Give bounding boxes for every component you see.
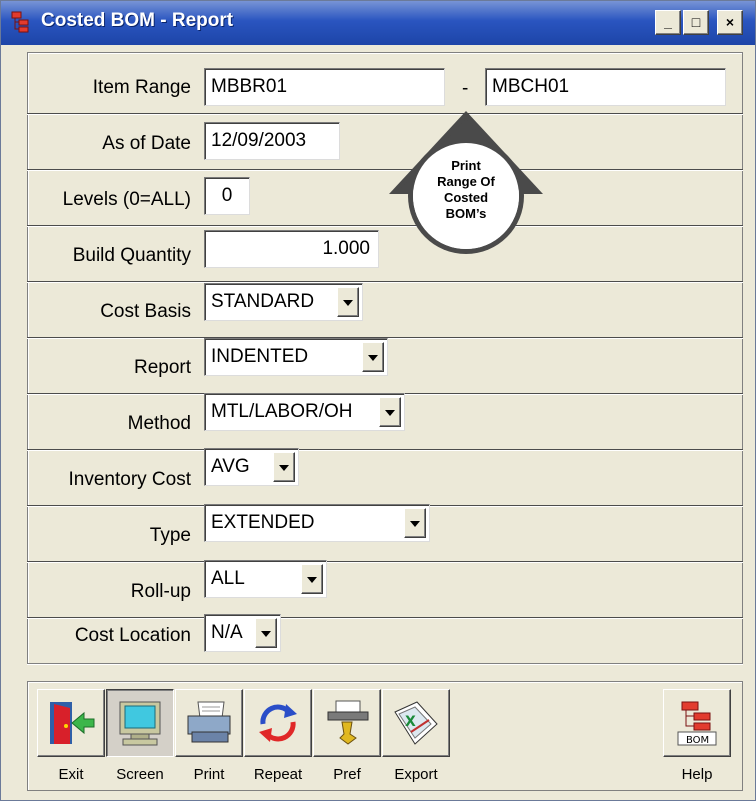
repeat-icon-button[interactable] xyxy=(244,689,312,757)
bom-help-icon: BOM xyxy=(677,701,717,746)
row-inventory-cost: Inventory Cost xyxy=(27,451,743,507)
type-label: Type xyxy=(149,525,191,546)
pref-label: Pref xyxy=(333,766,361,783)
method-label: Method xyxy=(127,413,191,434)
inventory-cost-select[interactable]: AVG xyxy=(204,448,299,486)
repeat-icon xyxy=(259,704,297,742)
chevron-down-icon[interactable] xyxy=(273,452,295,482)
callout-line-2: Range Of xyxy=(437,174,495,189)
type-select[interactable]: EXTENDED xyxy=(204,504,430,542)
print-label: Print xyxy=(193,766,225,783)
row-cost-basis: Cost Basis xyxy=(27,283,743,339)
rollup-label: Roll-up xyxy=(130,581,191,602)
cost-basis-select[interactable]: STANDARD xyxy=(204,283,363,321)
repeat-label: Repeat xyxy=(253,766,303,783)
as-of-date-label: As of Date xyxy=(102,133,191,154)
chevron-down-icon[interactable] xyxy=(301,564,323,594)
levels-label: Levels (0=ALL) xyxy=(62,189,191,210)
chevron-down-icon[interactable] xyxy=(362,342,384,372)
screen-button[interactable]: Screen xyxy=(106,689,174,787)
minimize-icon: _ xyxy=(664,14,672,30)
method-value: MTL/LABOR/OH xyxy=(211,401,353,422)
cost-basis-value: STANDARD xyxy=(211,291,315,312)
export-button[interactable]: X Export xyxy=(382,689,450,787)
rollup-select[interactable]: ALL xyxy=(204,560,327,598)
exit-icon-button[interactable] xyxy=(37,689,105,757)
preferences-icon xyxy=(327,700,369,745)
row-levels: Levels (0=ALL) xyxy=(27,171,743,227)
window-title: Costed BOM - Report xyxy=(41,10,234,31)
close-icon: × xyxy=(725,14,735,30)
maximize-icon: □ xyxy=(691,14,701,30)
help-button[interactable]: BOM Help xyxy=(663,689,731,787)
item-range-separator: - xyxy=(462,78,469,99)
repeat-button[interactable]: Repeat xyxy=(244,689,312,787)
cost-location-value: N/A xyxy=(211,622,243,643)
chevron-down-icon[interactable] xyxy=(379,397,401,427)
title-bar[interactable]: Costed BOM - Report _ □ × xyxy=(1,1,755,45)
build-quantity-label: Build Quantity xyxy=(72,245,191,266)
report-value: INDENTED xyxy=(211,346,309,367)
callout-line-3: Costed xyxy=(443,190,489,205)
cost-location-label: Cost Location xyxy=(74,625,191,646)
item-range-to-input[interactable]: MBCH01 xyxy=(485,68,726,106)
callout-line-4: BOM’s xyxy=(445,206,487,221)
cost-basis-label: Cost Basis xyxy=(100,301,191,322)
method-select[interactable]: MTL/LABOR/OH xyxy=(204,393,405,431)
item-range-from-input[interactable]: MBBR01 xyxy=(204,68,445,106)
export-icon: X xyxy=(394,701,438,745)
maximize-button[interactable]: □ xyxy=(683,10,709,35)
screen-label: Screen xyxy=(116,766,164,783)
callout-text: Print Range Of Costed BOM’s xyxy=(411,158,521,222)
as-of-date-input[interactable]: 12/09/2003 xyxy=(204,122,340,160)
chevron-down-icon[interactable] xyxy=(255,618,277,648)
type-value: EXTENDED xyxy=(211,512,315,533)
inventory-cost-value: AVG xyxy=(211,456,250,477)
export-icon-button[interactable]: X xyxy=(382,689,450,757)
printer-icon xyxy=(187,701,231,743)
report-label: Report xyxy=(133,357,191,378)
print-icon-button[interactable] xyxy=(175,689,243,757)
report-window: Costed BOM - Report _ □ × Item Range MBB… xyxy=(0,0,756,801)
help-icon-button[interactable]: BOM xyxy=(663,689,731,757)
chevron-down-icon[interactable] xyxy=(337,287,359,317)
row-build-quantity: Build Quantity xyxy=(27,227,743,283)
item-range-label: Item Range xyxy=(92,77,191,98)
monitor-icon xyxy=(119,701,161,746)
cost-location-select[interactable]: N/A xyxy=(204,614,281,652)
pref-icon-button[interactable] xyxy=(313,689,381,757)
pref-button[interactable]: Pref xyxy=(313,689,381,787)
print-button[interactable]: Print xyxy=(175,689,243,787)
exit-door-icon xyxy=(50,702,95,744)
exit-label: Exit xyxy=(58,766,84,783)
help-label: Help xyxy=(681,766,713,783)
close-button[interactable]: × xyxy=(717,10,743,35)
chevron-down-icon[interactable] xyxy=(404,508,426,538)
bom-app-icon xyxy=(11,11,29,33)
exit-button[interactable]: Exit xyxy=(37,689,105,787)
help-icon-text: BOM xyxy=(686,735,709,746)
report-select[interactable]: INDENTED xyxy=(204,338,388,376)
callout-line-1: Print xyxy=(451,158,481,173)
row-cost-location: Cost Location xyxy=(27,607,743,665)
build-quantity-input[interactable]: 1.000 xyxy=(204,230,379,268)
inventory-cost-label: Inventory Cost xyxy=(68,469,192,490)
export-label: Export xyxy=(394,766,438,783)
rollup-value: ALL xyxy=(211,568,245,589)
minimize-button[interactable]: _ xyxy=(655,10,681,35)
levels-input[interactable]: 0 xyxy=(204,177,250,215)
screen-icon-button[interactable] xyxy=(106,689,174,757)
row-as-of-date: As of Date xyxy=(27,115,743,171)
svg-text:X: X xyxy=(405,714,416,730)
